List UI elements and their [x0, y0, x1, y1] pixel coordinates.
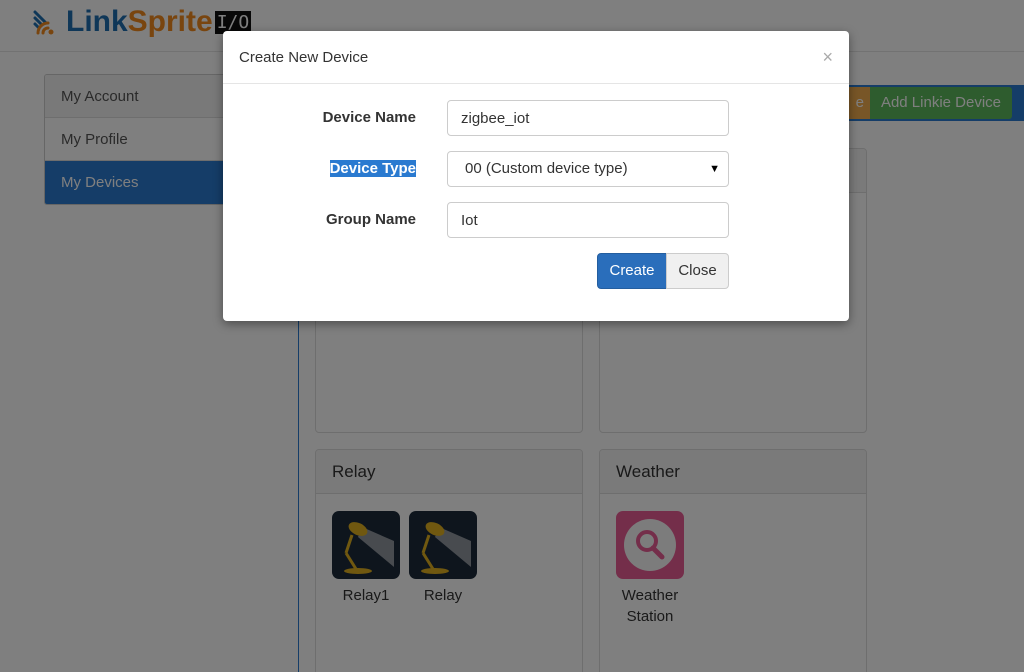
device-type-select[interactable]: 00 (Custom device type) ▼: [447, 151, 729, 187]
device-type-value: 00 (Custom device type): [465, 160, 628, 177]
create-device-modal: Create New Device × Device Name Device T…: [223, 31, 849, 321]
group-name-input[interactable]: [447, 202, 729, 238]
modal-header: Create New Device ×: [223, 31, 849, 84]
group-name-row: Group Name: [223, 202, 849, 238]
dropdown-arrow-icon: ▼: [709, 163, 720, 175]
device-type-label: Device Type: [329, 151, 416, 187]
close-icon[interactable]: ×: [822, 31, 833, 84]
create-button[interactable]: Create: [597, 253, 667, 289]
modal-title: Create New Device: [239, 49, 369, 66]
device-name-label: Device Name: [322, 109, 416, 126]
device-type-row: Device Type 00 (Custom device type) ▼: [223, 151, 849, 187]
device-name-input[interactable]: [447, 100, 729, 136]
device-type-label-text: Device Type: [329, 160, 416, 177]
close-button[interactable]: Close: [666, 253, 729, 289]
group-name-label: Group Name: [325, 211, 416, 228]
device-name-row: Device Name: [223, 100, 849, 136]
